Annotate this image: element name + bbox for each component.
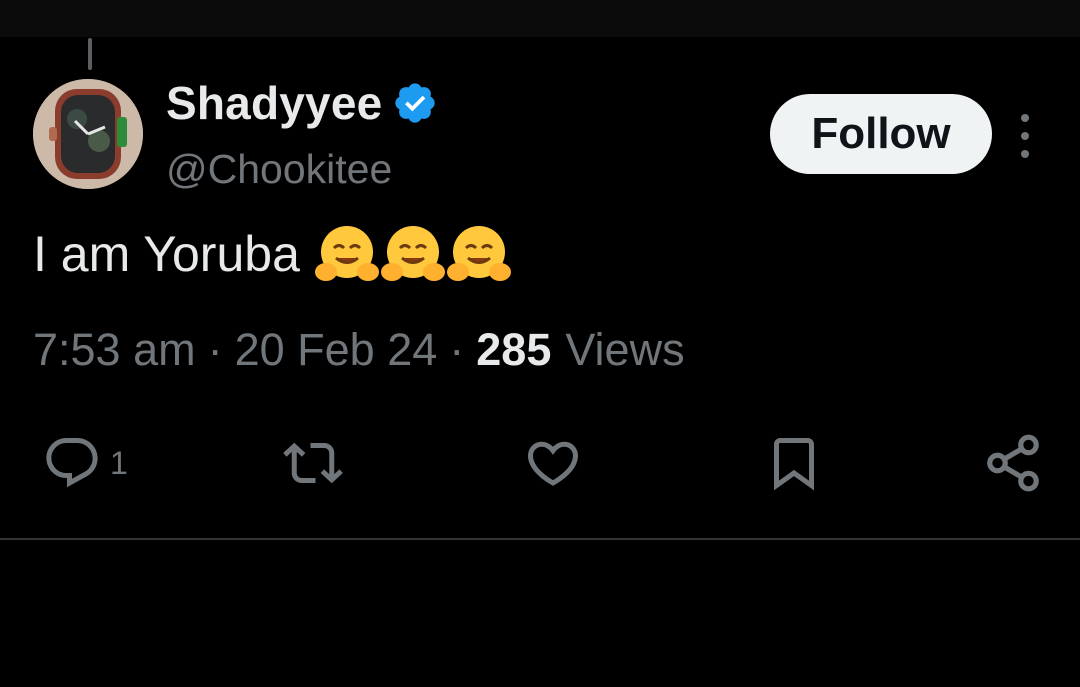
like-button[interactable] — [522, 430, 584, 496]
emoji-row — [314, 222, 512, 286]
more-dot — [1021, 132, 1029, 140]
share-button[interactable] — [982, 430, 1044, 496]
views-label[interactable]: Views — [565, 324, 684, 376]
bookmark-button[interactable] — [764, 430, 824, 496]
views-count[interactable]: 285 — [476, 324, 551, 376]
retweet-button[interactable] — [280, 430, 346, 496]
avatar[interactable] — [33, 79, 143, 189]
separator-dot: · — [207, 324, 223, 375]
more-icon[interactable] — [1012, 114, 1038, 158]
verified-badge-icon[interactable] — [392, 80, 438, 126]
tweet-date[interactable]: 20 Feb 24 — [235, 324, 438, 376]
display-name[interactable]: Shadyyee — [166, 76, 382, 130]
author-handle[interactable]: @Chookitee — [166, 146, 392, 193]
tweet-body: I am Yoruba — [33, 222, 512, 286]
hugging-face-icon — [380, 226, 445, 281]
tweet-meta: 7:53 am · 20 Feb 24 · 285 Views — [33, 322, 685, 378]
reply-button[interactable]: 1 — [42, 430, 128, 496]
share-icon — [987, 434, 1039, 492]
retweet-icon — [283, 442, 343, 484]
author-name-row: Shadyyee — [166, 75, 438, 131]
more-dot — [1021, 114, 1029, 122]
more-dot — [1021, 150, 1029, 158]
tweet-time[interactable]: 7:53 am — [33, 324, 196, 376]
top-strip — [0, 0, 1080, 37]
like-icon — [527, 441, 579, 486]
hugging-face-icon — [446, 226, 511, 281]
bookmark-icon — [774, 438, 814, 491]
reply-count: 1 — [110, 444, 128, 481]
follow-button[interactable]: Follow — [770, 94, 992, 174]
tweet-actions: 1 — [0, 430, 1080, 496]
separator-dot: · — [449, 324, 465, 375]
reply-icon — [46, 438, 98, 488]
tweet-text: I am Yoruba — [33, 226, 300, 282]
thread-connector-line — [88, 38, 92, 70]
divider — [0, 538, 1080, 540]
hugging-face-icon — [314, 226, 379, 281]
